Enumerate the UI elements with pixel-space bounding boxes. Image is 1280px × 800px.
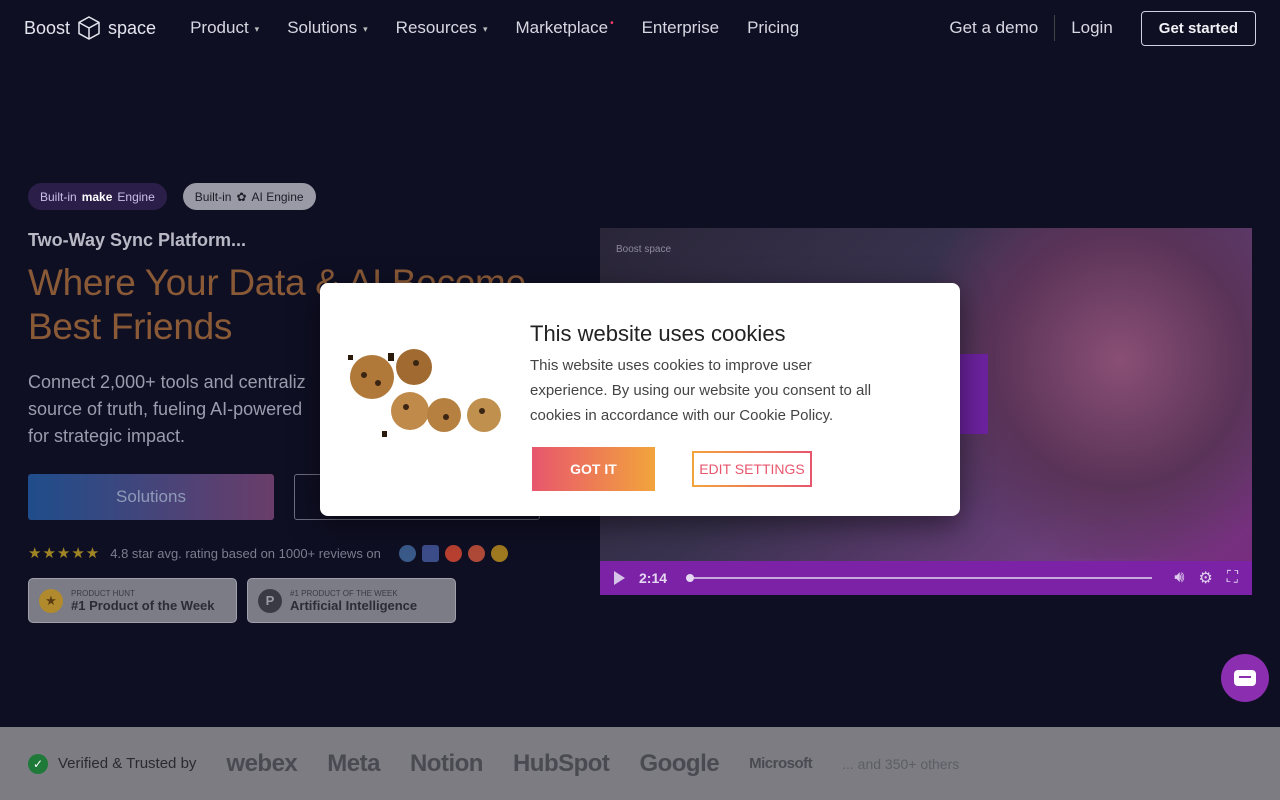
product-hunt-award[interactable]: ★ PRODUCT HUNT #1 Product of the Week [28, 578, 237, 623]
chevron-down-icon: ▾ [482, 23, 488, 34]
appsumo-icon[interactable] [490, 544, 508, 562]
chevron-down-icon: ▾ [254, 23, 260, 34]
google-logo: Google [639, 749, 720, 777]
nav-divider [1054, 15, 1056, 41]
cube-logo-icon [78, 16, 100, 40]
webex-logo: webex [226, 749, 298, 777]
star-rating-icon: ★★★★★ [28, 545, 101, 562]
verified-text: Verified & Trusted by [58, 755, 197, 772]
badge-ai-prefix: Built-in [194, 189, 232, 204]
producthunt-p-icon: P [258, 588, 282, 613]
hero-eyebrow: Two-Way Sync Platform... [28, 230, 247, 250]
progress-handle[interactable] [686, 574, 695, 582]
top-navigation: Boost space Product ▾ Solutions ▾ Resour… [0, 0, 1280, 56]
check-icon: ✓ [28, 753, 48, 774]
hubspot-logo: HubSpot [512, 749, 610, 777]
cookie-dialog-text: This website uses cookies to improve use… [530, 357, 872, 424]
nav-solutions[interactable]: Solutions ▾ [287, 18, 367, 38]
microsoft-logo: Microsoft [749, 755, 813, 772]
make-logo-icon: make [81, 189, 113, 204]
review-platforms [398, 544, 508, 562]
cookie-consent-dialog: This website uses cookies This website u… [320, 283, 960, 516]
openai-icon: ✿ [236, 189, 247, 204]
nav-enterprise[interactable]: Enterprise [642, 18, 719, 38]
video-controls: 2:14 🔊︎ ⚙ ⛶ [600, 561, 1252, 595]
video-time: 2:14 [639, 570, 668, 586]
nav-enterprise-label: Enterprise [641, 18, 720, 37]
nav-solutions-label: Solutions [287, 18, 358, 37]
make-engine-badge: Built-in make Engine [28, 183, 167, 210]
cookie-dialog-title: This website uses cookies [530, 321, 786, 346]
new-dot-icon: • [610, 17, 614, 29]
volume-icon[interactable]: 🔊︎ [1174, 569, 1184, 587]
medal-icon: ★ [39, 588, 63, 613]
badge-make-prefix: Built-in [40, 189, 77, 204]
award-2-title: Artificial Intelligence [290, 597, 418, 613]
ai-engine-badge: Built-in ✿ AI Engine [182, 183, 316, 210]
getapp-icon[interactable] [421, 544, 439, 562]
logo-text-left: Boost [24, 17, 71, 38]
logo-text-right: space [108, 17, 157, 38]
rating-row: ★★★★★ 4.8 star avg. rating based on 1000… [28, 544, 568, 562]
trust-bar: ✓ Verified & Trusted by webex Meta Notio… [0, 727, 1280, 800]
headline-line-2: Best Friends [28, 306, 233, 347]
capterra-icon[interactable] [398, 544, 416, 562]
notion-logo: Notion [409, 749, 483, 777]
nav-product-label: Product [190, 18, 249, 37]
nav-marketplace-label: Marketplace [515, 18, 609, 37]
award-2-small: #1 PRODUCT OF THE WEEK [290, 588, 398, 598]
fullscreen-icon[interactable]: ⛶ [1227, 569, 1238, 587]
play-icon[interactable] [614, 571, 625, 585]
nav-pricing[interactable]: Pricing [747, 18, 799, 38]
accept-cookies-button[interactable]: GOT IT [532, 447, 655, 491]
hero-subline: Connect 2,000+ tools and centraliz sourc… [28, 372, 306, 446]
rating-text: 4.8 star avg. rating based on 1000+ revi… [110, 545, 381, 561]
g2-icon[interactable] [444, 544, 462, 562]
settings-gear-icon[interactable]: ⚙ [1198, 568, 1212, 588]
get-started-button[interactable]: Get started [1140, 10, 1256, 46]
badge-make-suffix: Engine [117, 189, 155, 204]
nav-resources[interactable]: Resources ▾ [396, 18, 488, 38]
meta-logo: Meta [327, 749, 380, 777]
boost-space-logo[interactable]: Boost space [24, 15, 156, 41]
get-demo-link[interactable]: Get a demo [949, 18, 1038, 38]
cookies-illustration [348, 349, 501, 437]
chat-launcher-button[interactable] [1221, 654, 1269, 702]
chat-bubble-icon [1234, 670, 1256, 686]
award-1-title: #1 Product of the Week [71, 597, 215, 613]
verified-label: ✓ Verified & Trusted by [28, 753, 197, 774]
award-1-small: PRODUCT HUNT [71, 588, 135, 598]
badge-ai-suffix: AI Engine [251, 189, 304, 204]
nav-pricing-label: Pricing [747, 18, 800, 37]
edit-cookie-settings-button[interactable]: EDIT SETTINGS [692, 451, 812, 487]
chevron-down-icon: ▾ [363, 23, 368, 34]
login-link[interactable]: Login [1071, 18, 1113, 38]
ai-award[interactable]: P #1 PRODUCT OF THE WEEK Artificial Inte… [247, 578, 456, 623]
video-frame-detail [960, 354, 988, 434]
nav-resources-label: Resources [395, 18, 477, 37]
nav-marketplace[interactable]: Marketplace • [515, 18, 613, 38]
video-progress-track[interactable] [686, 574, 1153, 582]
nav-product[interactable]: Product ▾ [190, 18, 259, 38]
producthunt-icon[interactable] [467, 544, 485, 562]
solutions-button[interactable]: Solutions [28, 474, 274, 520]
video-watermark: Boost space [616, 244, 672, 255]
others-count: ... and 350+ others [842, 755, 960, 772]
